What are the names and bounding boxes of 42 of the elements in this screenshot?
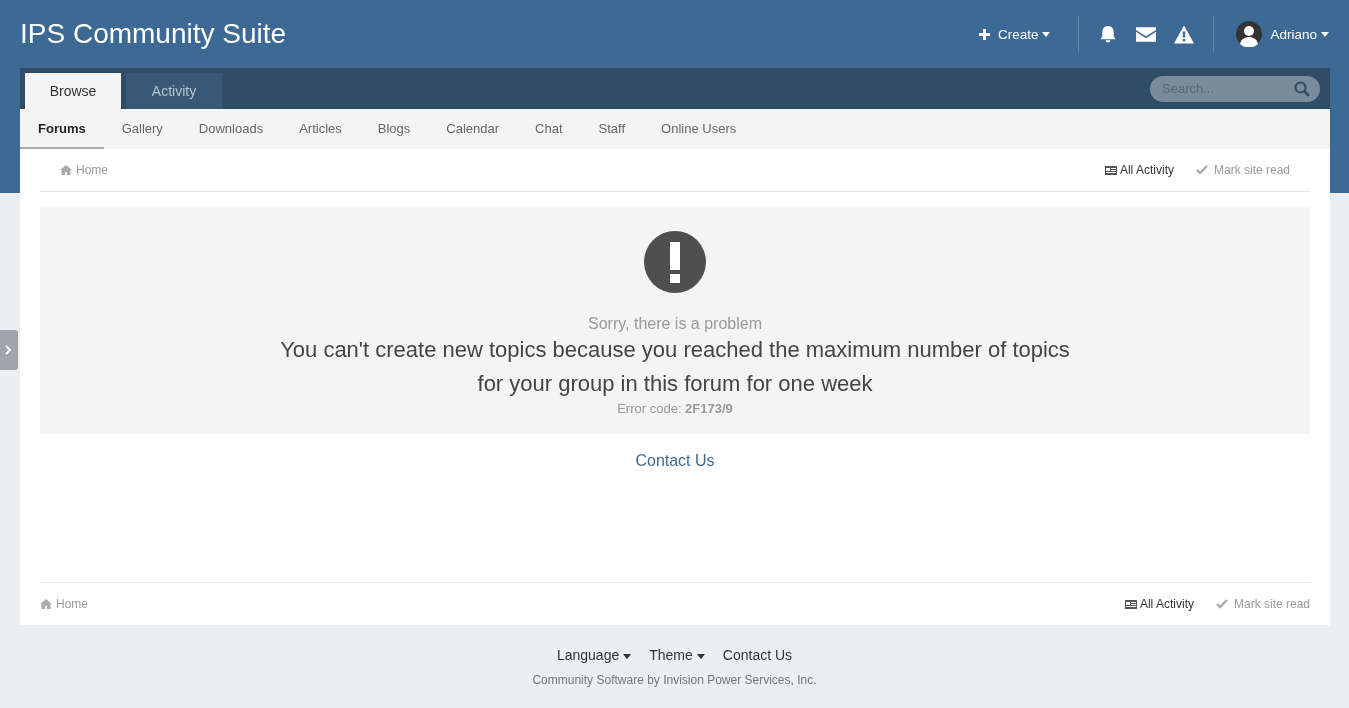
checkmark-icon — [1215, 599, 1228, 609]
home-link[interactable]: Home — [40, 597, 88, 611]
nav-tab[interactable]: Downloads — [180, 109, 282, 149]
create-menu[interactable]: Create — [978, 26, 1051, 42]
newspaper-icon — [1124, 599, 1137, 609]
nav-tab[interactable]: Forums — [20, 109, 104, 149]
primary-tab[interactable]: Browse — [25, 73, 121, 109]
error-code: Error code: 2F173/9 — [617, 401, 733, 416]
user-avatar-icon[interactable] — [1236, 21, 1263, 47]
contact-us-link[interactable]: Contact Us — [635, 452, 715, 469]
footer-link[interactable]: Theme — [649, 647, 705, 663]
house-icon — [40, 599, 52, 609]
sidebar-toggle[interactable] — [0, 330, 18, 370]
checkmark-icon — [1195, 165, 1208, 175]
mark-site-read-link[interactable]: Mark site read — [1195, 163, 1290, 177]
primary-tab[interactable]: Activity — [126, 73, 222, 109]
plus-icon — [978, 28, 990, 40]
chevron-right-icon — [5, 345, 13, 355]
user-menu[interactable]: Adriano — [1270, 26, 1329, 42]
nav-tab[interactable]: Gallery — [103, 109, 181, 149]
home-link[interactable]: Home — [60, 163, 108, 177]
nav-tab[interactable]: Calendar — [428, 109, 518, 149]
error-message: You can't create new topics because you reached the maximum number of topics for your group in this forum for one week — [279, 336, 1071, 398]
nav-tab[interactable]: Staff — [580, 109, 644, 149]
house-icon — [60, 165, 72, 175]
nav-tab[interactable]: Chat — [517, 109, 581, 149]
warning-icon[interactable] — [1174, 24, 1195, 44]
search-icon[interactable] — [1294, 80, 1310, 97]
footer-link[interactable]: Language — [556, 647, 632, 663]
envelope-icon[interactable] — [1136, 24, 1157, 44]
exclamation-icon — [644, 231, 706, 293]
error-heading: Sorry, there is a problem — [588, 315, 762, 333]
newspaper-icon — [1104, 165, 1117, 175]
mark-site-read-link[interactable]: Mark site read — [1215, 597, 1310, 611]
all-activity-link[interactable]: All Activity — [1104, 163, 1174, 177]
site-title[interactable]: IPS Community Suite — [20, 18, 287, 50]
footer-link[interactable]: Contact Us — [722, 647, 793, 663]
nav-tab[interactable]: Articles — [281, 109, 360, 149]
nav-tab[interactable]: Blogs — [359, 109, 429, 149]
nav-tab[interactable]: Online Users — [643, 109, 755, 149]
copyright-text: Community Software by Invision Power Services, Inc. — [531, 673, 818, 687]
all-activity-link[interactable]: All Activity — [1124, 597, 1194, 611]
